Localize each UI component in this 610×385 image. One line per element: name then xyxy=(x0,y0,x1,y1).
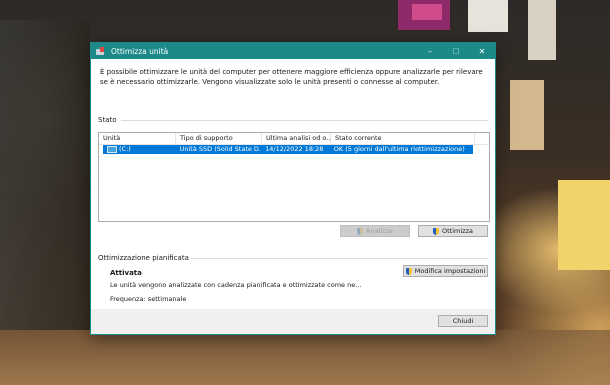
change-settings-label: Modifica impostazioni xyxy=(414,267,486,275)
last-run-cell: 14/12/2022 18:28 xyxy=(265,145,324,153)
wallpaper-sign xyxy=(412,4,442,20)
uac-shield-icon xyxy=(357,227,364,235)
drive-cell: (C:) xyxy=(103,145,176,154)
maximize-button[interactable]: ☐ xyxy=(443,43,469,59)
change-settings-button[interactable]: Modifica impostazioni xyxy=(403,265,488,277)
status-section-label: Stato xyxy=(98,116,117,124)
scheduled-divider xyxy=(191,258,488,259)
wallpaper-sign xyxy=(528,0,556,60)
status-divider xyxy=(121,120,488,121)
minimize-button[interactable]: – xyxy=(417,43,443,59)
wallpaper-lantern xyxy=(510,80,544,150)
uac-shield-icon xyxy=(405,267,412,275)
close-window-button[interactable]: ✕ xyxy=(469,43,495,59)
column-header-current-status[interactable]: Stato corrente xyxy=(331,133,475,144)
optimize-button[interactable]: Ottimizza xyxy=(418,225,488,237)
analyze-label: Analizza xyxy=(366,227,393,235)
column-header-last-run[interactable]: Ultima analisi od o... xyxy=(262,133,331,144)
dialog-footer: Chiudi xyxy=(91,309,495,334)
wallpaper-sign xyxy=(558,180,610,270)
defrag-app-icon xyxy=(96,46,105,56)
drive-icon xyxy=(107,145,117,153)
scheduled-frequency: Frequenza: settimanale xyxy=(110,295,187,303)
drive-row[interactable]: (C:) Unità SSD (Solid State D... 14/12/2… xyxy=(103,145,473,154)
title-bar[interactable]: Ottimizza unità – ☐ ✕ xyxy=(91,43,495,59)
drives-list-header: Unità Tipo di supporto Ultima analisi od… xyxy=(99,133,489,145)
uac-shield-icon xyxy=(433,227,440,235)
wallpaper-building xyxy=(0,20,90,330)
analyze-button[interactable]: Analizza xyxy=(340,225,410,237)
wallpaper-sign xyxy=(468,0,508,32)
current-status-cell: OK (5 giorni dall'ultima riottimizzazion… xyxy=(333,145,465,153)
drives-list[interactable]: Unità Tipo di supporto Ultima analisi od… xyxy=(98,132,490,222)
window-title: Ottimizza unità xyxy=(111,46,169,56)
optimize-label: Ottimizza xyxy=(442,227,473,235)
drive-letter: (C:) xyxy=(119,145,131,153)
scheduled-status: Attivata xyxy=(110,269,142,277)
column-header-media-type[interactable]: Tipo di supporto xyxy=(176,133,262,144)
scheduled-section-label: Ottimizzazione pianificata xyxy=(98,254,189,262)
close-button[interactable]: Chiudi xyxy=(438,315,488,327)
media-type-cell: Unità SSD (Solid State D... xyxy=(179,145,262,153)
scheduled-description: Le unità vengono analizzate con cadenza … xyxy=(110,281,362,289)
wallpaper-street xyxy=(0,330,610,385)
intro-text: È possibile ottimizzare le unità del com… xyxy=(100,68,483,86)
optimize-drives-window: Ottimizza unità – ☐ ✕ È possibile ottimi… xyxy=(91,43,495,334)
column-header-drive[interactable]: Unità xyxy=(99,133,176,144)
